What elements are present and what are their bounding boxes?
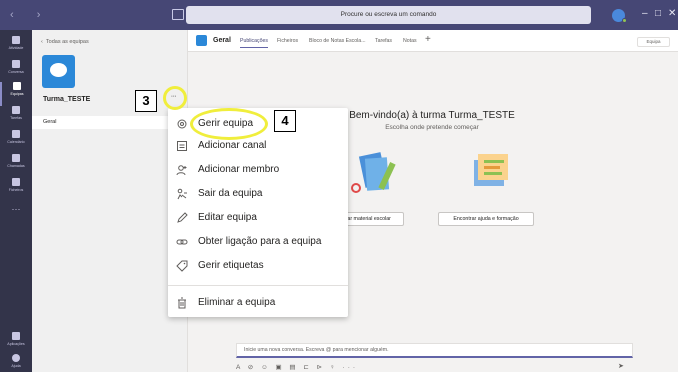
- new-conversation-input[interactable]: Inicie uma nova conversa. Escreva @ para…: [236, 343, 633, 358]
- back-label: Todas as equipas: [45, 39, 89, 45]
- channel-header: Geral Publicações Ficheiros Bloco de Not…: [188, 30, 678, 52]
- appbar-item-activity[interactable]: Atividade: [0, 36, 32, 60]
- appbar-label: Ficheiros: [8, 188, 24, 192]
- minimize-button[interactable]: –: [642, 8, 648, 20]
- pencil-icon: [177, 212, 188, 223]
- appbar-item-files[interactable]: Ficheiros: [0, 178, 32, 202]
- get-help-training-button[interactable]: Encontrar ajuda e formação: [438, 212, 534, 226]
- appbar-label: Conversa: [8, 70, 24, 74]
- appbar-item-apps[interactable]: Aplicações: [0, 332, 32, 356]
- search-input[interactable]: Procure ou escreva um comando: [186, 6, 591, 24]
- appbar-item-help[interactable]: Ajuda: [0, 354, 32, 372]
- welcome-subtitle: Escolha onde pretende começar: [385, 124, 479, 131]
- file-icon: [12, 178, 20, 186]
- team-logo-small: [196, 35, 207, 46]
- appbar-item-assignments[interactable]: Tarefas: [0, 106, 32, 130]
- channel-item-geral[interactable]: Geral: [32, 116, 187, 129]
- menu-item-label: Obter ligação para a equipa: [198, 236, 322, 247]
- channel-label: Geral: [43, 119, 57, 125]
- appbar-label: Atividade: [8, 46, 24, 50]
- tab-files[interactable]: Ficheiros: [277, 38, 298, 44]
- team-name[interactable]: Turma_TESTE: [43, 96, 90, 103]
- appbar-item-calendar[interactable]: Calendário: [0, 130, 32, 154]
- menu-item-label: Editar equipa: [198, 212, 257, 223]
- help-icon: [12, 354, 20, 362]
- new-chat-icon[interactable]: [172, 9, 184, 20]
- menu-item-edit-team[interactable]: Editar equipa: [168, 207, 348, 229]
- assignments-icon: [12, 106, 20, 114]
- app-bar: Atividade Conversa Equipas Tarefas Calen…: [0, 30, 32, 372]
- tab-grades[interactable]: Notas: [403, 38, 417, 44]
- gear-icon: [177, 119, 187, 129]
- appbar-label: Aplicações: [7, 342, 25, 346]
- bell-icon: [12, 36, 20, 44]
- leave-icon: [177, 188, 187, 200]
- teams-panel: ‹ Todas as equipas Turma_TESTE Geral: [32, 30, 188, 372]
- tab-posts[interactable]: Publicações: [240, 38, 268, 48]
- menu-item-label: Eliminar a equipa: [198, 297, 276, 308]
- maximize-button[interactable]: □: [655, 8, 661, 20]
- class-materials-illustration: [351, 152, 396, 193]
- apps-icon: [12, 332, 20, 340]
- appbar-label: Calendário: [7, 140, 25, 144]
- send-icon[interactable]: ➤: [618, 362, 624, 370]
- channel-title: Geral: [213, 37, 231, 44]
- teams-icon: [13, 82, 21, 90]
- compose-toolbar[interactable]: A ⊘ ☺ ▣ ▤ ⊏ ⊳ ♀ ···: [236, 363, 358, 371]
- team-chip[interactable]: Equipa: [637, 37, 670, 47]
- appbar-label: Tarefas: [10, 116, 22, 120]
- nav-arrows[interactable]: ‹ ›: [10, 9, 50, 21]
- menu-divider: [168, 285, 348, 286]
- chat-icon: [12, 60, 20, 68]
- title-bar: ‹ › Procure ou escreva um comando – □ ✕: [0, 0, 678, 30]
- add-person-icon: [176, 165, 187, 176]
- link-icon: [176, 239, 188, 245]
- welcome-title: Bem-vindo(a) à turma Turma_TESTE: [349, 110, 515, 121]
- highlight-ring-manage-team: [190, 108, 268, 140]
- menu-item-get-link[interactable]: Obter ligação para a equipa: [168, 231, 348, 253]
- tab-assignments[interactable]: Tarefas: [375, 38, 392, 44]
- menu-item-add-member[interactable]: Adicionar membro: [168, 159, 348, 181]
- menu-item-manage-tags[interactable]: Gerir etiquetas: [168, 255, 348, 277]
- appbar-label: Ajuda: [11, 364, 21, 368]
- presence-dot: [622, 18, 627, 23]
- appbar-item-teams[interactable]: Equipas: [0, 82, 32, 106]
- menu-item-label: Sair da equipa: [198, 188, 263, 199]
- add-tab-button[interactable]: +: [425, 34, 431, 45]
- close-button[interactable]: ✕: [668, 8, 676, 20]
- menu-item-delete-team[interactable]: Eliminar a equipa: [168, 292, 348, 314]
- add-channel-icon: [177, 141, 187, 151]
- menu-item-label: Gerir etiquetas: [198, 260, 264, 271]
- phone-icon: [12, 154, 20, 162]
- step-4-callout: 4: [274, 110, 296, 132]
- highlight-ring-more: [163, 86, 187, 110]
- menu-item-leave-team[interactable]: Sair da equipa: [168, 183, 348, 205]
- appbar-more-button[interactable]: ···: [0, 204, 32, 214]
- tab-class-notebook[interactable]: Bloco de Notas Escola...: [309, 38, 366, 44]
- appbar-item-calls[interactable]: Chamadas: [0, 154, 32, 178]
- tag-icon: [176, 260, 188, 272]
- appbar-label: Chamadas: [7, 164, 25, 168]
- calendar-icon: [12, 130, 20, 138]
- back-to-all-teams[interactable]: ‹ Todas as equipas: [41, 39, 89, 45]
- step-3-callout: 3: [135, 90, 157, 112]
- menu-item-label: Adicionar membro: [198, 164, 280, 175]
- trash-icon: [178, 297, 186, 309]
- team-logo: [42, 55, 75, 88]
- menu-item-label: Adicionar canal: [198, 140, 267, 151]
- team-options-menu: Gerir equipa Adicionar canal Adicionar m…: [168, 108, 348, 317]
- appbar-label: Equipas: [10, 92, 24, 96]
- help-training-illustration: [474, 154, 508, 186]
- appbar-item-chat[interactable]: Conversa: [0, 60, 32, 84]
- menu-item-add-channel[interactable]: Adicionar canal: [168, 135, 348, 157]
